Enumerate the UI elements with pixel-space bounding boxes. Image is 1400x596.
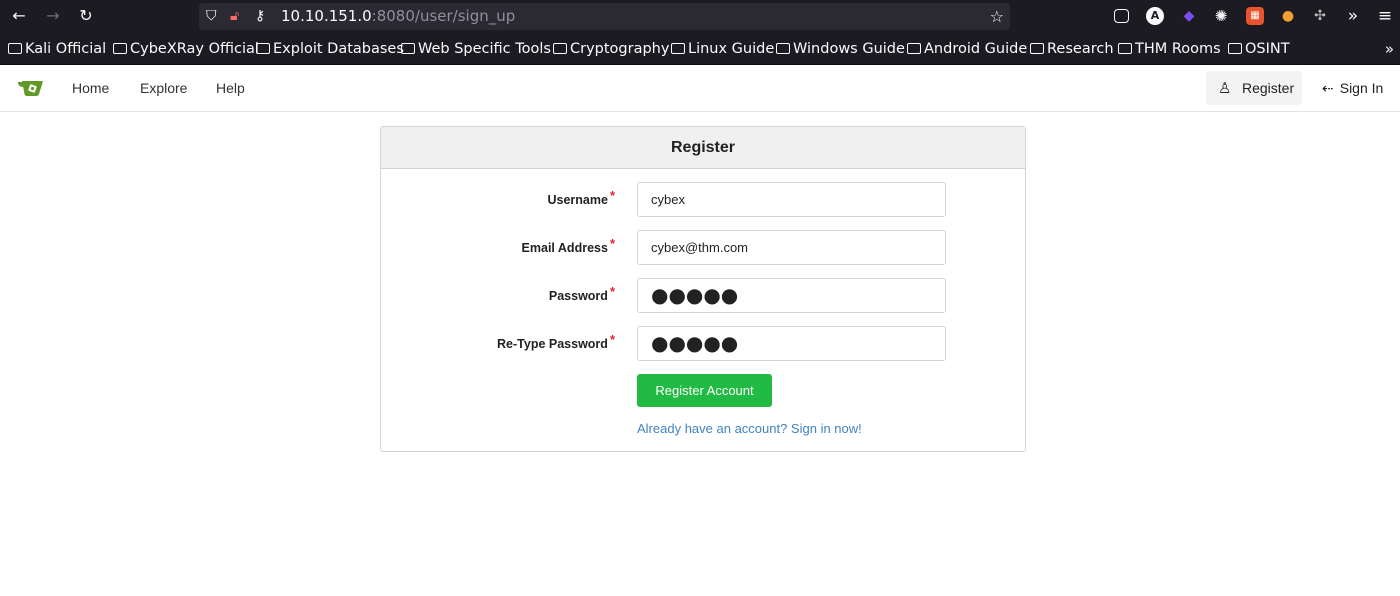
folder-icon bbox=[1228, 43, 1242, 54]
bookmark-item[interactable]: Research bbox=[1030, 33, 1114, 65]
url-bar[interactable]: ⛉ 🔓︎ ⚷ 10.10.151.0:8080/user/sign_up ☆ bbox=[199, 3, 1010, 30]
retype-password-input[interactable]: ●●●●● bbox=[637, 326, 946, 361]
folder-icon bbox=[113, 43, 127, 54]
bookmark-item[interactable]: Cryptography bbox=[553, 33, 669, 65]
url-text[interactable]: 10.10.151.0:8080/user/sign_up bbox=[281, 3, 515, 30]
site-navbar: Home Explore Help ♙ Register ⇠ Sign In bbox=[0, 65, 1400, 112]
nav-explore[interactable]: Explore bbox=[140, 65, 187, 112]
folder-icon bbox=[776, 43, 790, 54]
sign-in-nav-label: Sign In bbox=[1339, 80, 1384, 96]
sign-in-nav-link[interactable]: ⇠ Sign In bbox=[1322, 65, 1383, 112]
required-marker: * bbox=[609, 188, 615, 203]
folder-icon bbox=[401, 43, 415, 54]
extension-cookie-icon[interactable]: ✺ bbox=[1212, 7, 1230, 25]
retype-password-mask: ●●●●● bbox=[651, 331, 739, 355]
extension-grid-icon[interactable]: ▦ bbox=[1246, 7, 1264, 25]
password-input[interactable]: ●●●●● bbox=[637, 278, 946, 313]
register-card-title: Register bbox=[381, 127, 1025, 169]
nav-help[interactable]: Help bbox=[216, 65, 245, 112]
extension-diamond-icon[interactable]: ◆ bbox=[1180, 7, 1198, 25]
reload-icon[interactable]: ↻ bbox=[74, 4, 98, 28]
folder-icon bbox=[1118, 43, 1132, 54]
overflow-chevron-icon[interactable]: » bbox=[1341, 4, 1365, 28]
folder-icon bbox=[671, 43, 685, 54]
bookmark-item[interactable]: Web Specific Tools bbox=[401, 33, 551, 65]
register-nav-button[interactable]: ♙ Register bbox=[1206, 71, 1302, 105]
email-label: Email Address * bbox=[521, 236, 615, 255]
bookmark-item[interactable]: Windows Guide bbox=[776, 33, 905, 65]
bookmarks-bar: Kali Official CybeXRay Official Exploit … bbox=[0, 33, 1400, 65]
register-nav-label: Register bbox=[1242, 80, 1295, 96]
folder-icon bbox=[553, 43, 567, 54]
sign-in-icon: ⇠ bbox=[1322, 81, 1334, 97]
browser-toolbar: ← → ↻ ⛉ 🔓︎ ⚷ 10.10.151.0:8080/user/sign_… bbox=[0, 0, 1400, 33]
bookmark-item[interactable]: Android Guide bbox=[907, 33, 1027, 65]
required-marker: * bbox=[609, 284, 615, 299]
bookmarks-overflow-icon[interactable]: » bbox=[1385, 33, 1394, 65]
bookmark-item[interactable]: THM Rooms bbox=[1118, 33, 1221, 65]
username-label: Username * bbox=[547, 188, 615, 207]
bookmark-item[interactable]: Kali Official bbox=[8, 33, 106, 65]
menu-icon[interactable]: ≡ bbox=[1373, 4, 1397, 28]
folder-icon bbox=[907, 43, 921, 54]
bookmark-star-icon[interactable]: ☆ bbox=[990, 3, 1004, 30]
register-card: Register Username * cybex Email Address * … bbox=[380, 126, 1026, 452]
folder-icon bbox=[1030, 43, 1044, 54]
bookmark-item[interactable]: Linux Guide bbox=[671, 33, 774, 65]
nav-home[interactable]: Home bbox=[72, 65, 109, 112]
gitea-logo-icon[interactable] bbox=[17, 79, 44, 97]
forward-arrow-icon[interactable]: → bbox=[41, 4, 65, 28]
retype-password-label: Re-Type Password * bbox=[497, 332, 615, 351]
folder-icon bbox=[256, 43, 270, 54]
shield-icon[interactable]: ⛉ bbox=[206, 3, 217, 30]
lock-icon[interactable]: 🔓︎ bbox=[230, 3, 239, 30]
email-input[interactable]: cybex@thm.com bbox=[637, 230, 946, 265]
account-icon[interactable]: A bbox=[1146, 7, 1164, 25]
bookmark-item[interactable]: OSINT bbox=[1228, 33, 1290, 65]
password-label: Password * bbox=[548, 284, 615, 303]
user-icon: ♙ bbox=[1218, 79, 1232, 97]
bookmark-item[interactable]: Exploit Databases bbox=[256, 33, 404, 65]
required-marker: * bbox=[609, 332, 615, 347]
username-input[interactable]: cybex bbox=[637, 182, 946, 217]
key-icon[interactable]: ⚷ bbox=[255, 3, 265, 30]
register-account-button[interactable]: Register Account bbox=[637, 374, 772, 407]
back-arrow-icon[interactable]: ← bbox=[7, 4, 31, 28]
required-marker: * bbox=[609, 236, 615, 251]
password-mask: ●●●●● bbox=[651, 283, 739, 307]
sign-in-now-link[interactable]: Already have an account? Sign in now! bbox=[637, 421, 862, 436]
bookmark-item[interactable]: CybeXRay Official bbox=[113, 33, 259, 65]
pocket-icon[interactable] bbox=[1114, 9, 1129, 23]
extension-fox-icon[interactable]: ● bbox=[1279, 7, 1297, 25]
folder-icon bbox=[8, 43, 22, 54]
extension-puzzle-icon[interactable]: ✣ bbox=[1311, 7, 1329, 25]
